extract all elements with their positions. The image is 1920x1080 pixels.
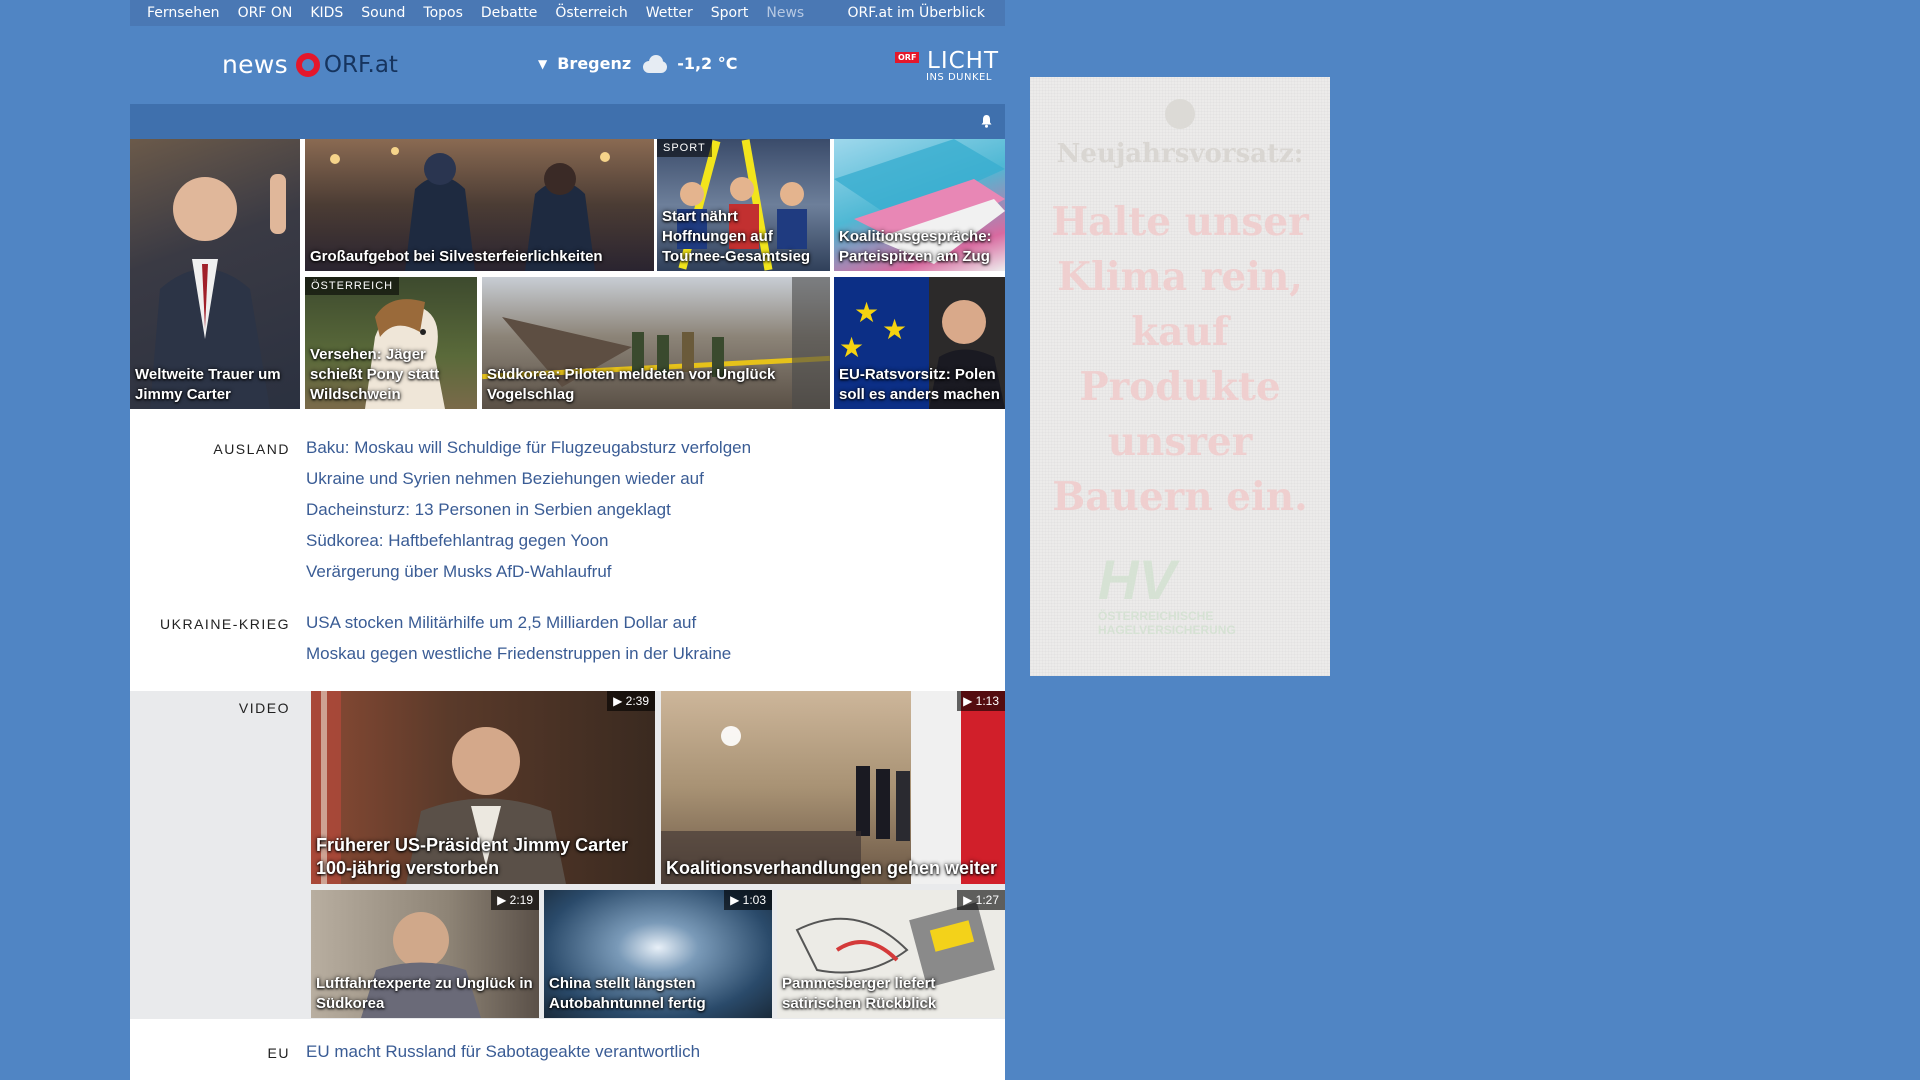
headline-link[interactable]: Dacheinsturz: 13 Personen in Serbien ang… xyxy=(306,500,671,520)
nav-overview[interactable]: ORF.at im Überblick xyxy=(848,5,985,21)
headline-link[interactable]: Ukraine und Syrien nehmen Beziehungen wi… xyxy=(306,469,704,489)
tile-caption: Start nährt Hoffnungen auf Tournee-Gesam… xyxy=(662,208,811,265)
orf-ring-icon xyxy=(295,52,320,77)
tile-caption: Weltweite Trauer um Jimmy Carter xyxy=(135,366,281,403)
bell-icon[interactable] xyxy=(980,114,993,128)
weather-widget[interactable]: ▼ Bregenz -1,2 °C xyxy=(538,54,737,73)
svg-text:★: ★ xyxy=(882,313,907,346)
video-caption: Koalitionsverhandlungen gehen weiter xyxy=(666,858,998,878)
ad-body: Halte unser Klima rein, kauf Produkte un… xyxy=(1051,199,1309,520)
press-conference-video-thumbnail xyxy=(661,691,1005,884)
tile-caption: Südkorea: Piloten meldeten vor Unglück V… xyxy=(487,366,776,403)
section-label-video: VIDEO xyxy=(238,700,290,716)
weather-temperature: -1,2 °C xyxy=(677,54,738,73)
section-label-eu: EU xyxy=(267,1045,290,1061)
nav-kids[interactable]: KIDS xyxy=(310,5,343,21)
story-tile-carter[interactable]: Weltweite Trauer um Jimmy Carter xyxy=(130,139,300,409)
nav-oesterreich[interactable]: Österreich xyxy=(555,5,627,21)
play-icon: ▶ xyxy=(963,893,973,907)
nav-news[interactable]: News xyxy=(766,5,804,21)
svg-text:★: ★ xyxy=(854,296,879,329)
site-header: news ORF.at ▼ Bregenz -1,2 °C ORF LICHT … xyxy=(130,26,1005,104)
news-orf-logo[interactable]: news ORF.at xyxy=(222,50,398,79)
nav-orf-on[interactable]: ORF ON xyxy=(238,5,293,21)
nav-topos[interactable]: Topos xyxy=(423,5,462,21)
video-tile-pammesberger[interactable]: ▶ 1:27 Pammesberger liefert satirischen … xyxy=(777,890,1005,1018)
nav-fernsehen[interactable]: Fernsehen xyxy=(147,5,220,21)
video-tile-tunnel[interactable]: ▶ 1:03 China stellt längsten Autobahntun… xyxy=(544,890,772,1018)
video-caption: Früherer US-Präsident Jimmy Carter 100-j… xyxy=(316,835,629,878)
story-tile-tournee[interactable]: SPORT Start nährt Hoffnungen auf Tournee… xyxy=(657,139,830,271)
headline-link[interactable]: Moskau gegen westliche Friedenstruppen i… xyxy=(306,644,731,664)
tile-caption: Versehen: Jäger schießt Pony statt Wilds… xyxy=(310,346,440,403)
ad-title: Neujahrsvorsatz: xyxy=(1056,139,1304,169)
story-tile-silvester[interactable]: Großaufgebot bei Silvesterfeierlichkeite… xyxy=(305,139,654,271)
nav-debatte[interactable]: Debatte xyxy=(481,5,537,21)
logo-orf-text: ORF.at xyxy=(323,51,398,78)
video-caption: Luftfahrtexperte zu Unglück in Südkorea xyxy=(316,975,533,1012)
headline-link[interactable]: Verärgerung über Musks AfD-Wahlaufruf xyxy=(306,562,612,582)
video-duration: ▶ 1:27 xyxy=(957,890,1005,910)
video-duration: ▶ 1:03 xyxy=(724,890,772,910)
tile-tag: SPORT xyxy=(657,139,712,157)
play-icon: ▶ xyxy=(497,893,507,907)
video-duration: ▶ 2:39 xyxy=(607,691,655,711)
headline-link[interactable]: USA stocken Militärhilfe um 2,5 Milliard… xyxy=(306,613,696,633)
nav-sound[interactable]: Sound xyxy=(361,5,405,21)
headline-link[interactable]: Südkorea: Haftbefehlantrag gegen Yoon xyxy=(306,531,608,551)
weather-location: Bregenz xyxy=(557,54,632,73)
hv-logo: HV xyxy=(1098,548,1176,611)
advertisement-banner[interactable]: Neujahrsvorsatz: Halte unser Klima rein,… xyxy=(1030,77,1330,676)
cloud-icon xyxy=(639,54,669,73)
video-caption: Pammesberger liefert satirischen Rückbli… xyxy=(782,975,937,1012)
campaign-title: LICHT xyxy=(927,48,1000,74)
story-tile-koalition[interactable]: Koalitionsgespräche: Parteispitzen am Zu… xyxy=(834,139,1005,271)
notification-bar xyxy=(130,104,1005,139)
headline-link[interactable]: EU macht Russland für Sabotageakte veran… xyxy=(306,1042,700,1062)
tile-tag: ÖSTERREICH xyxy=(305,277,400,295)
video-duration: ▶ 2:19 xyxy=(491,890,539,910)
video-caption: China stellt längsten Autobahntunnel fer… xyxy=(549,975,706,1012)
tile-caption: EU-Ratsvorsitz: Polen soll es anders mac… xyxy=(839,366,1000,403)
campaign-subtitle: INS DUNKEL xyxy=(926,72,992,83)
video-tile-carter[interactable]: ▶ 2:39 Früherer US-Präsident Jimmy Carte… xyxy=(311,691,655,884)
tile-caption: Koalitionsgespräche: Parteispitzen am Zu… xyxy=(839,228,992,265)
story-tile-eu-polen[interactable]: ★ ★ ★ EU-Ratsvorsitz: Polen soll es ande… xyxy=(834,277,1005,409)
tile-caption: Großaufgebot bei Silvesterfeierlichkeite… xyxy=(310,248,603,265)
section-label-ausland: AUSLAND xyxy=(213,441,290,457)
video-duration: ▶ 1:13 xyxy=(957,691,1005,711)
hv-logo-subtitle: ÖSTERREICHISCHE HAGELVERSICHERUNG xyxy=(1098,609,1236,637)
video-tile-luftfahrtexperte[interactable]: ▶ 2:19 Luftfahrtexperte zu Unglück in Sü… xyxy=(311,890,539,1018)
licht-ins-dunkel-logo[interactable]: ORF LICHT INS DUNKEL xyxy=(895,48,1005,86)
nav-wetter[interactable]: Wetter xyxy=(646,5,693,21)
crest-icon xyxy=(1165,99,1195,129)
logo-news-text: news xyxy=(222,50,288,79)
main-content: Weltweite Trauer um Jimmy Carter Großauf… xyxy=(130,139,1005,1080)
play-icon: ▶ xyxy=(963,694,973,708)
story-tile-pony[interactable]: ÖSTERREICH Versehen: Jäger schießt Pony … xyxy=(305,277,477,409)
headline-link[interactable]: Baku: Moskau will Schuldige für Flugzeug… xyxy=(306,438,751,458)
play-icon: ▶ xyxy=(613,694,623,708)
nav-sport[interactable]: Sport xyxy=(711,5,749,21)
top-navigation: Fernsehen ORF ON KIDS Sound Topos Debatt… xyxy=(130,0,1005,26)
orf-badge: ORF xyxy=(895,52,920,63)
svg-text:★: ★ xyxy=(839,331,864,364)
dropdown-triangle-icon: ▼ xyxy=(538,56,548,71)
story-tile-suedkorea[interactable]: Südkorea: Piloten meldeten vor Unglück V… xyxy=(482,277,830,409)
video-tile-koalition[interactable]: ▶ 1:13 Koalitionsverhandlungen gehen wei… xyxy=(661,691,1005,884)
play-icon: ▶ xyxy=(730,893,740,907)
section-label-ukraine-krieg: UKRAINE-KRIEG xyxy=(160,616,290,632)
